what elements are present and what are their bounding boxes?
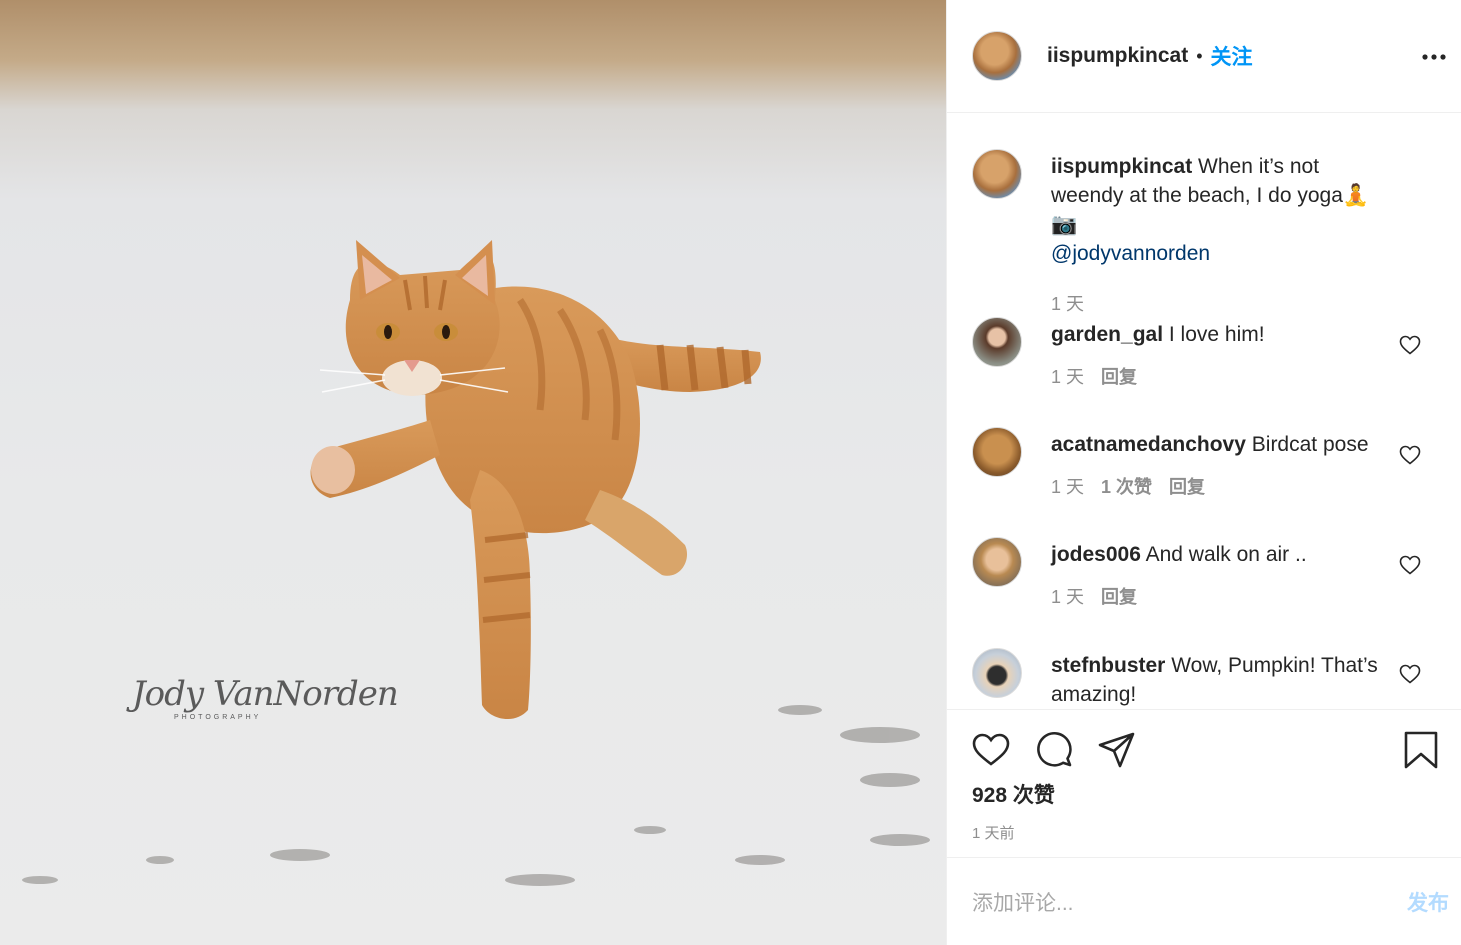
comment-likes[interactable]: 1 次赞 [1101,473,1152,502]
commenter-avatar[interactable] [972,317,1022,367]
caption: iispumpkincat When it’s not weendy at th… [972,149,1441,319]
comment-body: jodes006 And walk on air .. 1 天 回复 [1051,540,1441,612]
caption-body: iispumpkincat When it’s not weendy at th… [1051,152,1441,319]
comment-username[interactable]: jodes006 [1051,543,1141,566]
watermark-subtitle: PHOTOGRAPHY [174,714,262,721]
cat-photo-illustration [22,240,930,886]
comment-item: garden_gal I love him! 1 天 回复 [972,317,1441,392]
action-bar [947,710,1461,788]
commenter-avatar[interactable] [972,427,1022,477]
comment-time[interactable]: 1 天 [1051,473,1084,502]
comment-text: And walk on air .. [1145,543,1307,566]
author-username[interactable]: iispumpkincat [1047,44,1188,68]
reply-button[interactable]: 回复 [1169,473,1205,502]
comment-time[interactable]: 1 天 [1051,583,1084,612]
comment-body: garden_gal I love him! 1 天 回复 [1051,320,1441,392]
heart-icon[interactable] [1398,443,1422,467]
post-dialog: Jody VanNorden PHOTOGRAPHY iispumpkincat… [0,0,1461,945]
photographer-watermark: Jody VanNorden PHOTOGRAPHY [132,674,399,721]
comments-list[interactable]: iispumpkincat When it’s not weendy at th… [947,113,1461,710]
heart-icon[interactable] [1398,333,1422,357]
comment-username[interactable]: stefnbuster [1051,654,1165,677]
caption-time[interactable]: 1 天 [1051,290,1084,319]
bookmark-icon[interactable] [1401,730,1441,770]
commenter-avatar[interactable] [972,648,1022,698]
reply-button[interactable]: 回复 [1101,363,1137,392]
share-icon[interactable] [1097,730,1137,770]
like-heart-icon[interactable] [971,730,1011,770]
comment-item: acatnamedanchovy Birdcat pose 1 天 1 次赞 回… [972,427,1441,502]
watermark-name: Jody VanNorden [132,674,399,714]
commenter-avatar[interactable] [972,537,1022,587]
comment-time[interactable]: 1 天 [1051,363,1084,392]
caption-mention[interactable]: @jodyvannorden [1051,242,1210,265]
comment-meta: 1 天 回复 [1051,583,1389,612]
post-comment-button[interactable]: 发布 [1407,887,1449,917]
post-photo[interactable]: Jody VanNorden PHOTOGRAPHY [0,0,946,945]
comment-username[interactable]: acatnamedanchovy [1051,433,1246,456]
comment-icon[interactable] [1034,730,1074,770]
caption-username[interactable]: iispumpkincat [1051,155,1192,178]
comment-input[interactable]: 添加评论... [972,887,1407,917]
posted-time[interactable]: 1 天前 [972,822,1015,843]
follow-button[interactable]: 关注 [1211,41,1253,71]
heart-icon[interactable] [1398,553,1422,577]
caption-meta: 1 天 [1051,290,1389,319]
comment-text: I love him! [1168,323,1265,346]
reply-button[interactable]: 回复 [1101,583,1137,612]
comment-item: jodes006 And walk on air .. 1 天 回复 [972,537,1441,612]
comment-meta: 1 天 1 次赞 回复 [1051,473,1389,502]
comment-item: stefnbuster Wow, Pumpkin! That’s amazing… [972,648,1441,709]
heart-icon[interactable] [1398,662,1422,686]
comment-meta: 1 天 回复 [1051,363,1389,392]
post-header: iispumpkincat • 关注 [947,0,1461,113]
more-icon[interactable] [1421,44,1447,70]
caption-avatar[interactable] [972,149,1022,199]
author-avatar[interactable] [972,31,1022,81]
post-side-panel: iispumpkincat • 关注 iispumpkincat When it… [946,0,1461,945]
comment-body: stefnbuster Wow, Pumpkin! That’s amazing… [1051,651,1441,709]
header-separator: • [1196,45,1203,66]
comment-composer: 添加评论... 发布 [947,857,1461,945]
comment-username[interactable]: garden_gal [1051,323,1163,346]
likes-count[interactable]: 928 次赞 [972,779,1055,809]
comment-text: Birdcat pose [1251,433,1369,456]
comment-body: acatnamedanchovy Birdcat pose 1 天 1 次赞 回… [1051,430,1441,502]
